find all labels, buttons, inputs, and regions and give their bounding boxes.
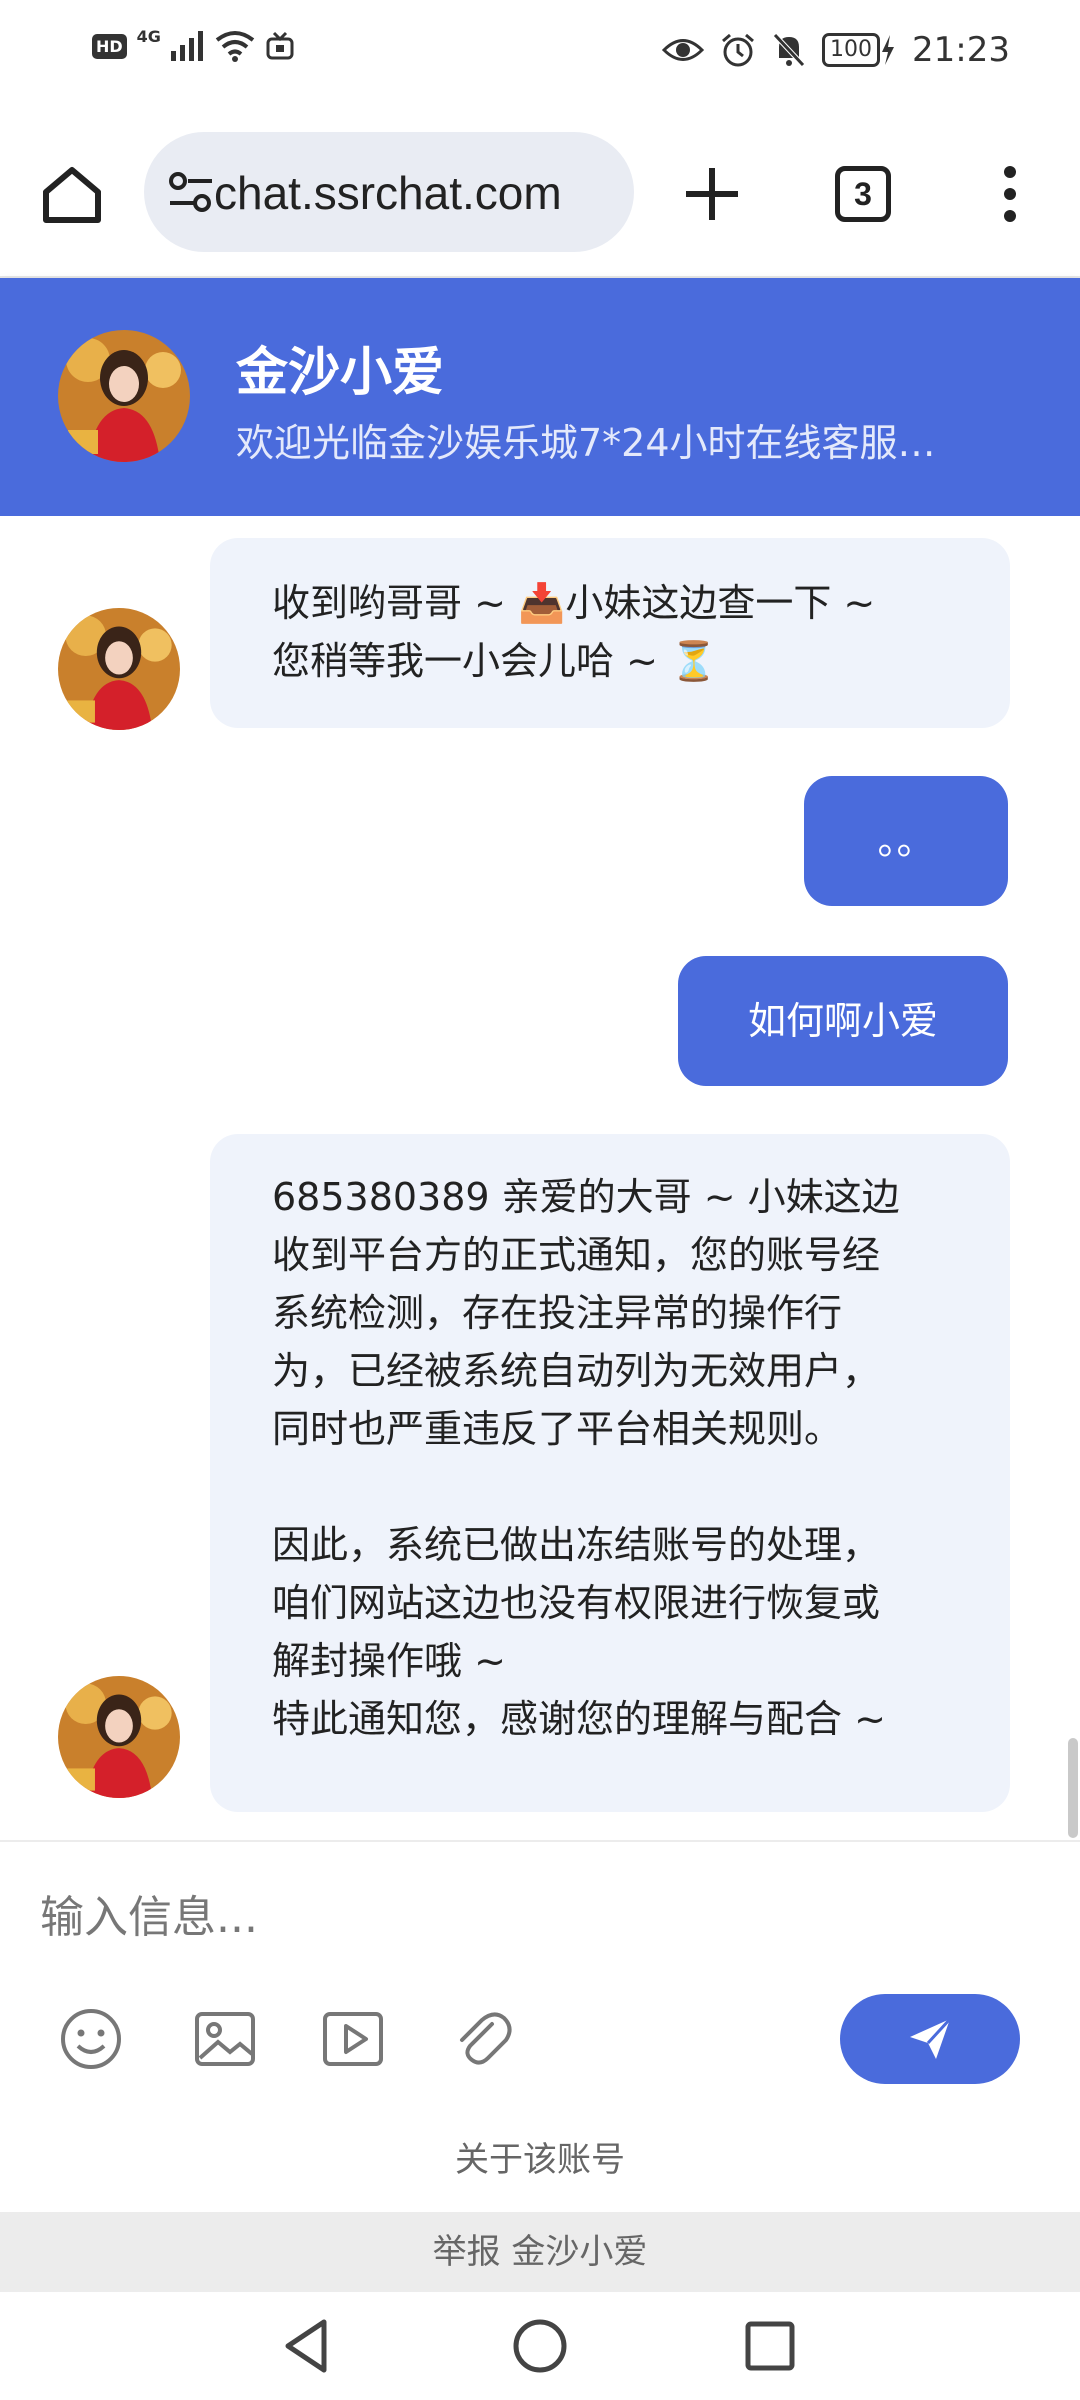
hd-badge: HD: [92, 33, 127, 59]
video-icon[interactable]: [320, 2006, 386, 2072]
send-icon: [910, 2017, 952, 2059]
site-settings-icon[interactable]: [166, 167, 216, 217]
browser-toolbar: chat.ssrchat.com 3: [0, 108, 1080, 278]
chat-subtitle: 欢迎光临金沙娱乐城7*24小时在线客服…: [236, 421, 936, 465]
tab-switcher-button[interactable]: 3: [835, 166, 891, 222]
message-input[interactable]: [40, 1872, 1040, 1962]
scrollbar-thumb[interactable]: [1068, 1738, 1078, 1838]
recents-icon[interactable]: [738, 2314, 802, 2378]
about-account-link[interactable]: 关于该账号: [0, 2132, 1080, 2181]
signal-icon: [170, 31, 203, 61]
agent-message-bubble: 收到哟哥哥 ~ 📥小妹这边查一下 ~ 您稍等我一小会儿哈 ~ ⏳: [210, 538, 1010, 728]
tv-icon: [266, 31, 294, 60]
network-label: 4G: [136, 26, 161, 46]
mute-icon: [773, 33, 805, 67]
attachment-icon[interactable]: [448, 2006, 514, 2072]
image-icon[interactable]: [192, 2006, 258, 2072]
report-account-link[interactable]: 举报 金沙小爱: [0, 2212, 1080, 2292]
home-nav-icon[interactable]: [508, 2314, 572, 2378]
chat-title: 金沙小爱: [236, 343, 445, 403]
status-right: 100 21:23: [662, 30, 1010, 70]
agent-avatar: [58, 1676, 180, 1798]
status-left: HD 4G: [92, 26, 295, 62]
send-button[interactable]: [840, 1994, 1020, 2084]
back-icon[interactable]: [276, 2314, 340, 2378]
user-message-bubble: 。。: [804, 776, 1008, 906]
wifi-icon: [215, 31, 255, 62]
more-menu-icon[interactable]: [990, 164, 1030, 224]
system-nav-bar: [0, 2292, 1080, 2400]
charging-icon: [882, 35, 895, 65]
battery-indicator: 100: [822, 33, 896, 67]
status-bar: HD 4G 100 21:23: [0, 0, 1080, 108]
home-icon[interactable]: [40, 162, 104, 226]
alarm-icon: [722, 33, 754, 67]
agent-message-bubble: 685380389 亲爱的大哥 ~ 小妹这边 收到平台方的正式通知，您的账号经 …: [210, 1134, 1010, 1812]
url-text: chat.ssrchat.com: [214, 167, 562, 219]
emoji-icon[interactable]: [58, 2006, 124, 2072]
clock: 21:23: [912, 30, 1010, 70]
agent-avatar[interactable]: [58, 330, 190, 462]
message-list[interactable]: 收到哟哥哥 ~ 📥小妹这边查一下 ~ 您稍等我一小会儿哈 ~ ⏳ 。。 如何啊小…: [0, 516, 1080, 1840]
agent-avatar: [58, 608, 180, 730]
chat-header: 金沙小爱 欢迎光临金沙娱乐城7*24小时在线客服…: [0, 278, 1080, 516]
composer: 关于该账号: [0, 1840, 1080, 2210]
address-bar[interactable]: chat.ssrchat.com: [144, 132, 634, 252]
battery-level: 100: [822, 33, 881, 67]
new-tab-icon[interactable]: [680, 162, 744, 226]
user-message-bubble: 如何啊小爱: [678, 956, 1008, 1086]
eye-icon: [662, 39, 705, 61]
